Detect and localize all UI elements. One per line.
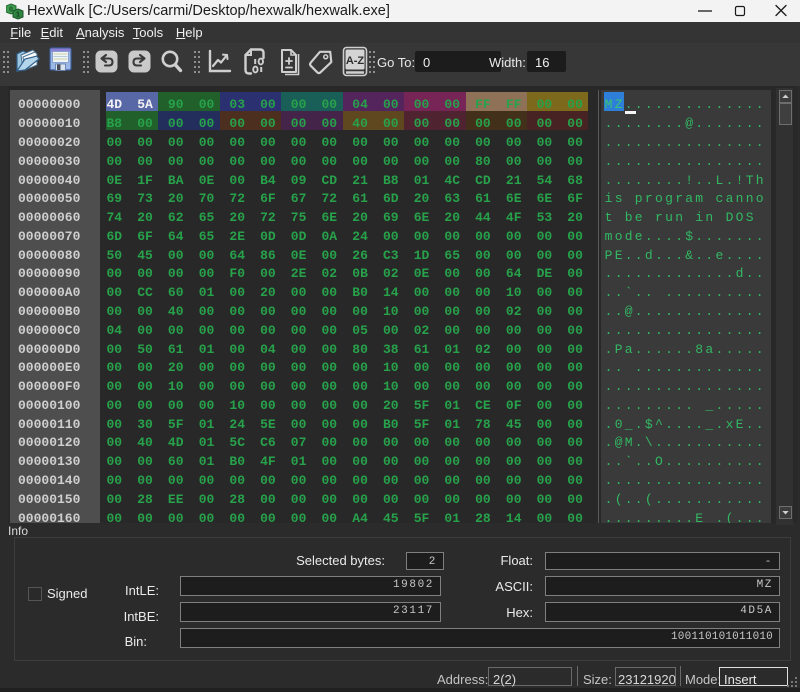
svg-text:1: 1 — [16, 12, 20, 20]
svg-text:A-Z: A-Z — [346, 55, 365, 67]
svg-text:0: 0 — [9, 7, 13, 15]
